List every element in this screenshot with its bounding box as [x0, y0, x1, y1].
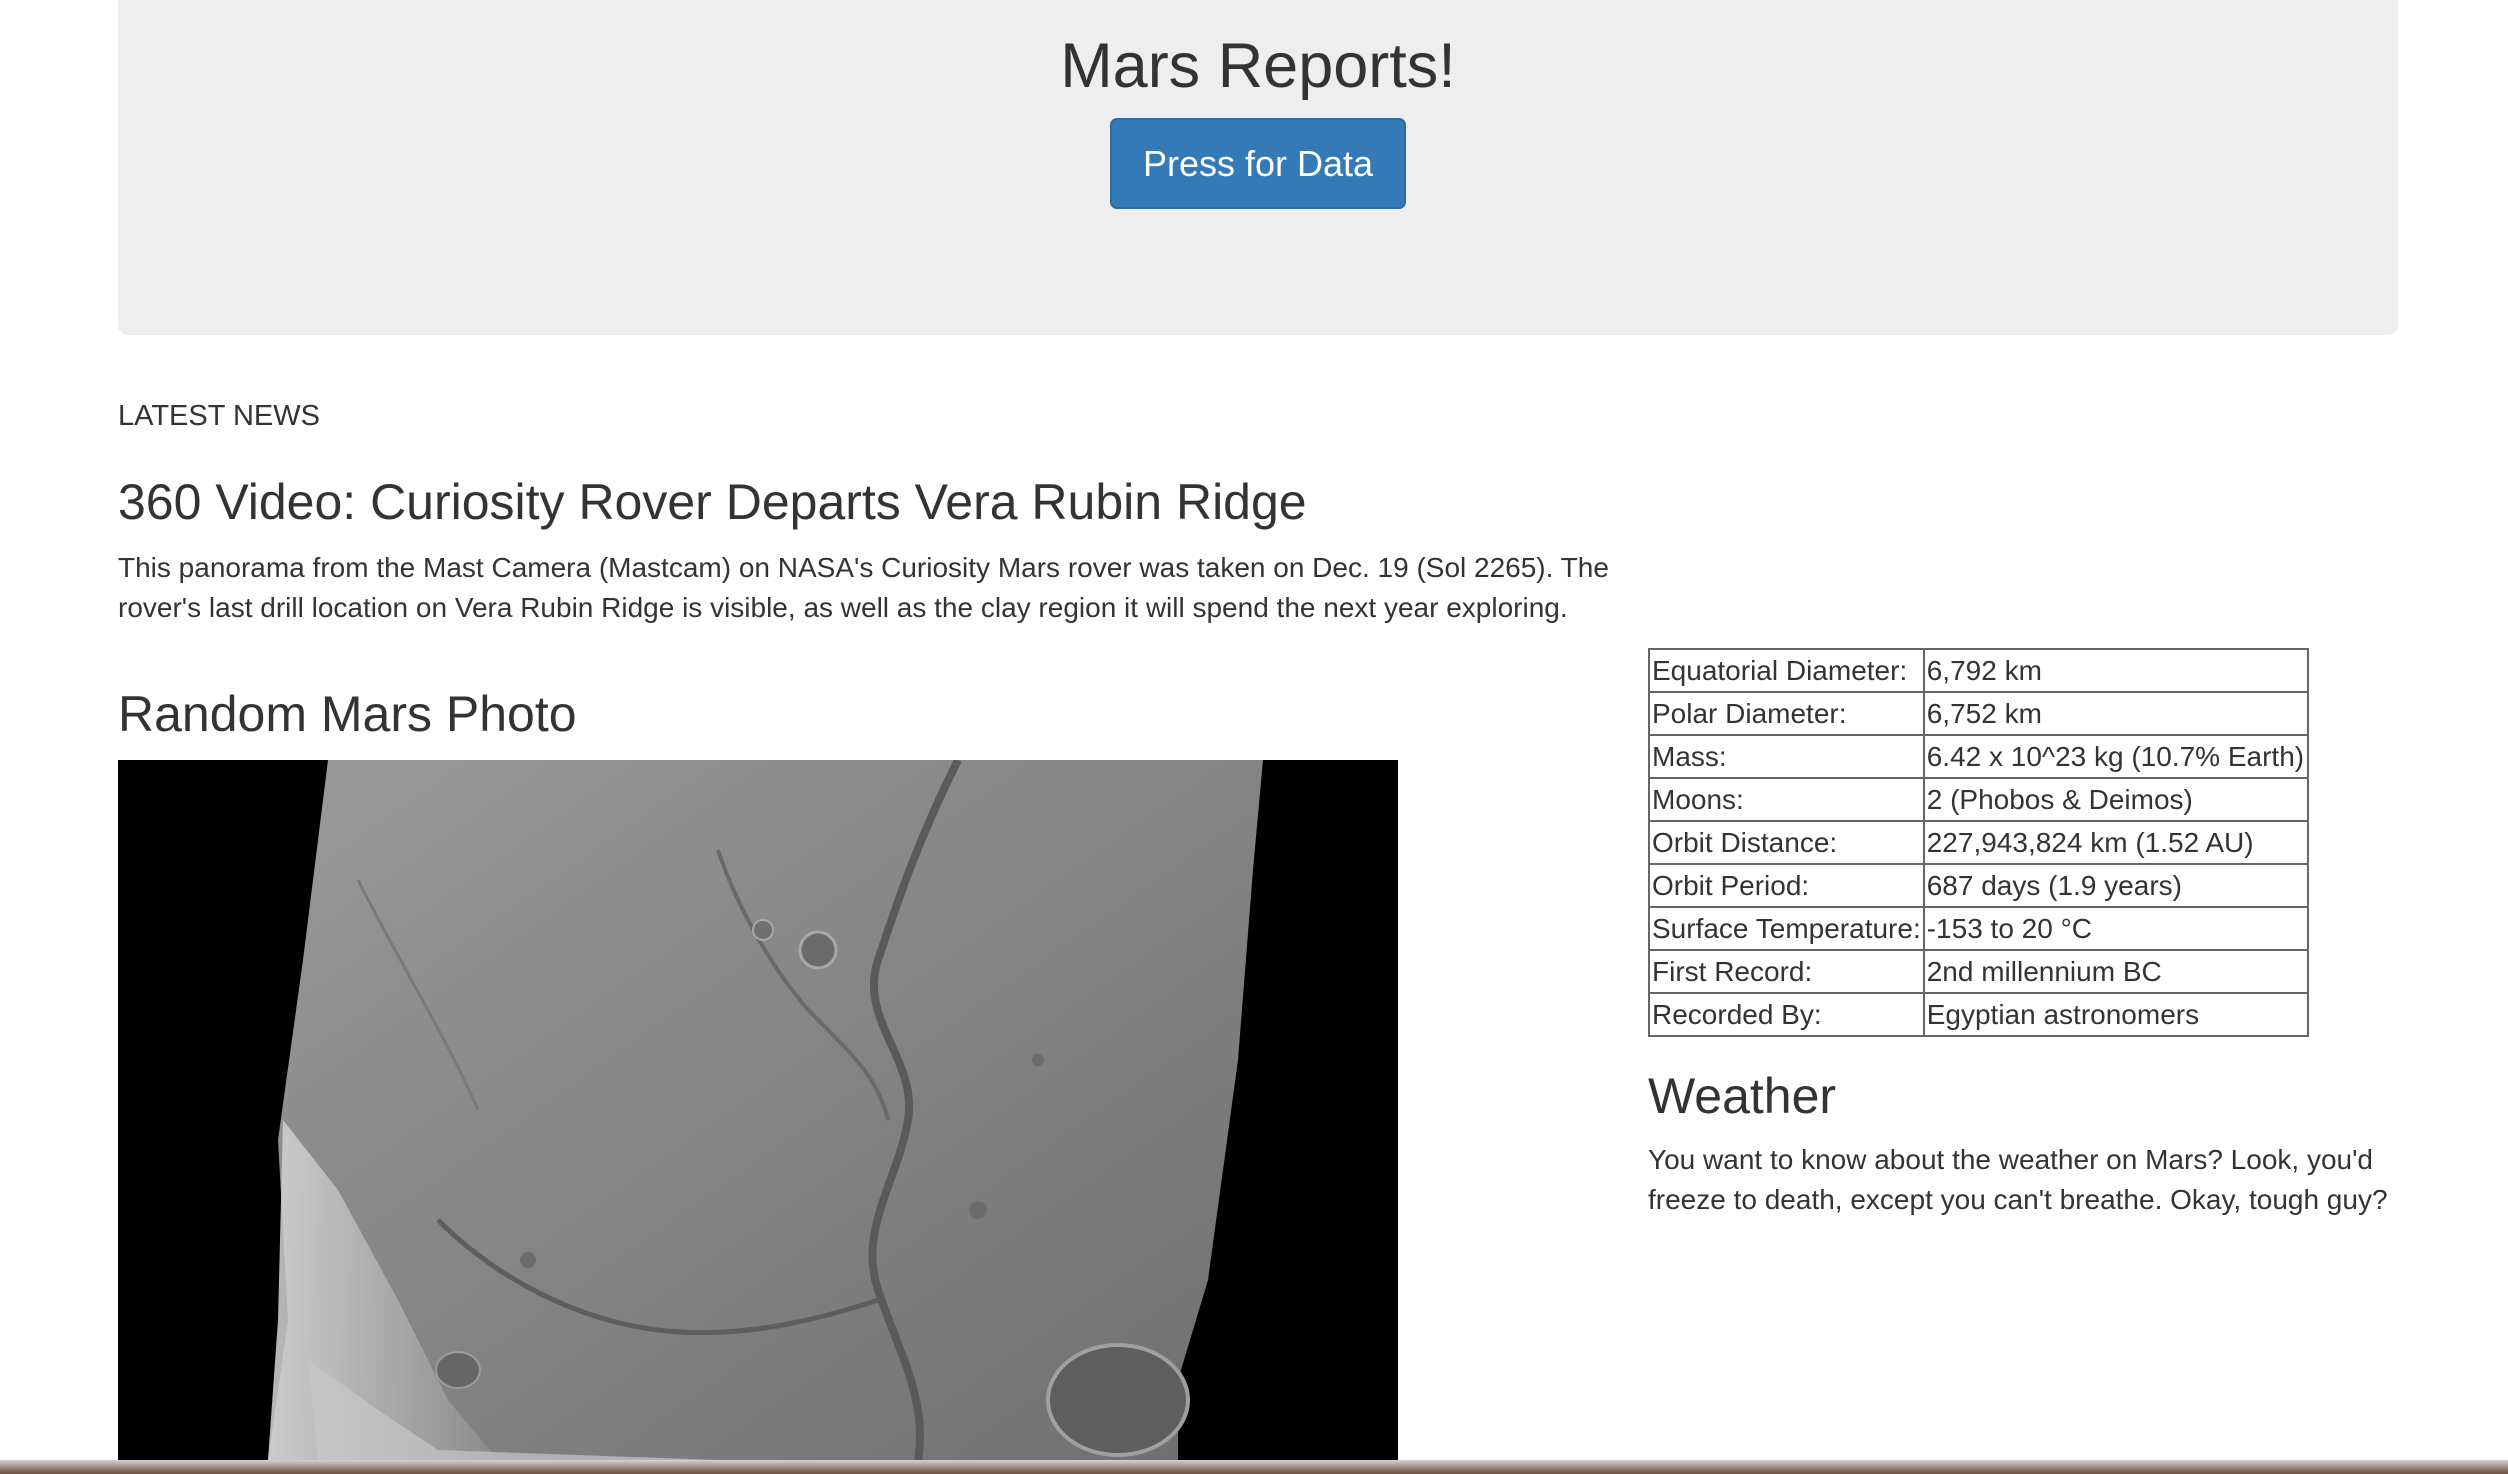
fact-label: Orbit Period: [1648, 863, 1925, 908]
random-photo-heading: Random Mars Photo [118, 686, 577, 742]
fact-value: 2 (Phobos & Deimos) [1922, 777, 2309, 822]
table-row: Mass: 6.42 x 10^23 kg (10.7% Earth) [1648, 734, 2309, 779]
table-row: Equatorial Diameter: 6,792 km [1648, 648, 2309, 693]
table-row: Moons: 2 (Phobos & Deimos) [1648, 777, 2309, 822]
fact-value: 2nd millennium BC [1922, 949, 2309, 994]
fact-label: Moons: [1648, 777, 1925, 822]
fact-label: First Record: [1648, 949, 1925, 994]
fact-value: Egyptian astronomers [1922, 992, 2309, 1037]
fact-label: Surface Temperature: [1648, 906, 1925, 951]
fact-value: 227,943,824 km (1.52 AU) [1922, 820, 2309, 865]
fact-label: Equatorial Diameter: [1648, 648, 1925, 693]
table-row: Orbit Period: 687 days (1.9 years) [1648, 863, 2309, 908]
news-paragraph: This panorama from the Mast Camera (Mast… [118, 552, 1609, 623]
weather-heading: Weather [1648, 1068, 1837, 1124]
mars-facts-table: Equatorial Diameter: 6,792 km Polar Diamet… [1648, 648, 2309, 1037]
header-jumbotron: Mars Reports! Press for Data [118, 0, 2398, 335]
fact-label: Polar Diameter: [1648, 691, 1925, 736]
page-title: Mars Reports! [1060, 31, 1456, 101]
mars-terrain-image [118, 760, 1398, 1460]
fact-value: 687 days (1.9 years) [1922, 863, 2309, 908]
table-row: Recorded By: Egyptian astronomers [1648, 992, 2309, 1037]
fact-label: Mass: [1648, 734, 1925, 779]
table-row: First Record: 2nd millennium BC [1648, 949, 2309, 994]
mars-photo [118, 760, 1398, 1460]
page: Mars Reports! Press for Data LATEST NEWS… [0, 0, 2508, 1474]
table-row: Surface Temperature: -153 to 20 °C [1648, 906, 2309, 951]
table-row: Polar Diameter: 6,752 km [1648, 691, 2309, 736]
table-row: Orbit Distance: 227,943,824 km (1.52 AU) [1648, 820, 2309, 865]
latest-news-label: LATEST NEWS [118, 400, 320, 432]
news-title: 360 Video: Curiosity Rover Departs Vera … [118, 474, 1307, 530]
press-for-data-button[interactable]: Press for Data [1110, 118, 1406, 209]
fact-value: -153 to 20 °C [1922, 906, 2309, 951]
fact-value: 6,792 km [1922, 648, 2309, 693]
fact-label: Orbit Distance: [1648, 820, 1925, 865]
window-bottom-edge [0, 1460, 2508, 1474]
fact-value: 6.42 x 10^23 kg (10.7% Earth) [1922, 734, 2309, 779]
weather-paragraph: You want to know about the weather on Ma… [1648, 1144, 2388, 1215]
fact-value: 6,752 km [1922, 691, 2309, 736]
fact-label: Recorded By: [1648, 992, 1925, 1037]
